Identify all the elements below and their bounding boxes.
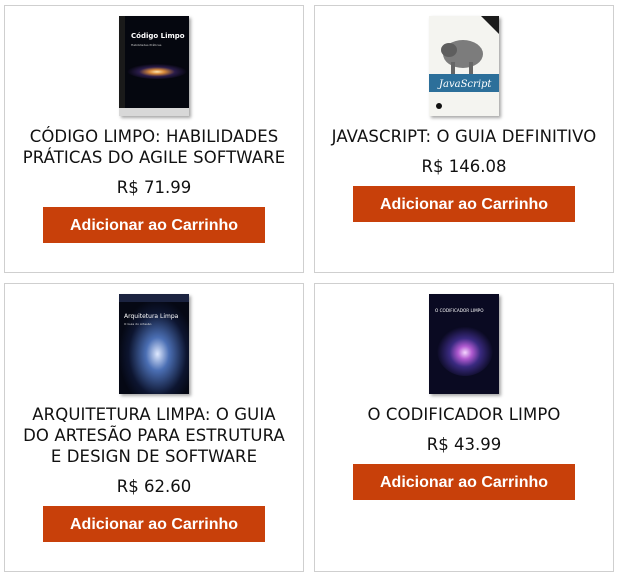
svg-text:Código Limpo: Código Limpo	[131, 32, 185, 40]
product-title[interactable]: CÓDIGO LIMPO: HABILIDADES PRÁTICAS DO AG…	[17, 126, 291, 168]
product-price: R$ 62.60	[116, 477, 192, 496]
book-cover-image[interactable]: Arquitetura Limpa O Guia do Artesão	[119, 294, 189, 394]
add-to-cart-button[interactable]: Adicionar ao Carrinho	[43, 506, 265, 542]
product-price: R$ 43.99	[426, 435, 502, 454]
product-card: Código Limpo Habilidades Práticas CÓDIGO…	[4, 5, 304, 273]
svg-text:JavaScript: JavaScript	[437, 79, 492, 90]
add-to-cart-button[interactable]: Adicionar ao Carrinho	[43, 207, 265, 243]
book-cover-image[interactable]: O CODIFICADOR LIMPO	[429, 294, 499, 394]
add-to-cart-button[interactable]: Adicionar ao Carrinho	[353, 186, 575, 222]
book-cover-image[interactable]: Código Limpo Habilidades Práticas	[119, 16, 189, 116]
product-card: JavaScript JAVASCRIPT: O GUIA DEFINITIVO…	[314, 5, 614, 273]
svg-text:O CODIFICADOR LIMPO: O CODIFICADOR LIMPO	[435, 308, 484, 313]
svg-text:O Guia do Artesão: O Guia do Artesão	[124, 322, 152, 326]
product-price: R$ 146.08	[421, 157, 507, 176]
product-title[interactable]: ARQUITETURA LIMPA: O GUIA DO ARTESÃO PAR…	[17, 404, 291, 467]
product-grid: Código Limpo Habilidades Práticas CÓDIGO…	[0, 0, 618, 576]
product-card: Arquitetura Limpa O Guia do Artesão ARQU…	[4, 283, 304, 572]
product-card: O CODIFICADOR LIMPO O CODIFICADOR LIMPO …	[314, 283, 614, 572]
svg-text:Arquitetura Limpa: Arquitetura Limpa	[124, 313, 179, 320]
product-price: R$ 71.99	[116, 178, 192, 197]
product-title[interactable]: O CODIFICADOR LIMPO	[327, 404, 601, 425]
svg-text:Habilidades Práticas: Habilidades Práticas	[131, 43, 162, 47]
product-title[interactable]: JAVASCRIPT: O GUIA DEFINITIVO	[327, 126, 601, 147]
add-to-cart-button[interactable]: Adicionar ao Carrinho	[353, 464, 575, 500]
book-cover-image[interactable]: JavaScript	[429, 16, 499, 116]
